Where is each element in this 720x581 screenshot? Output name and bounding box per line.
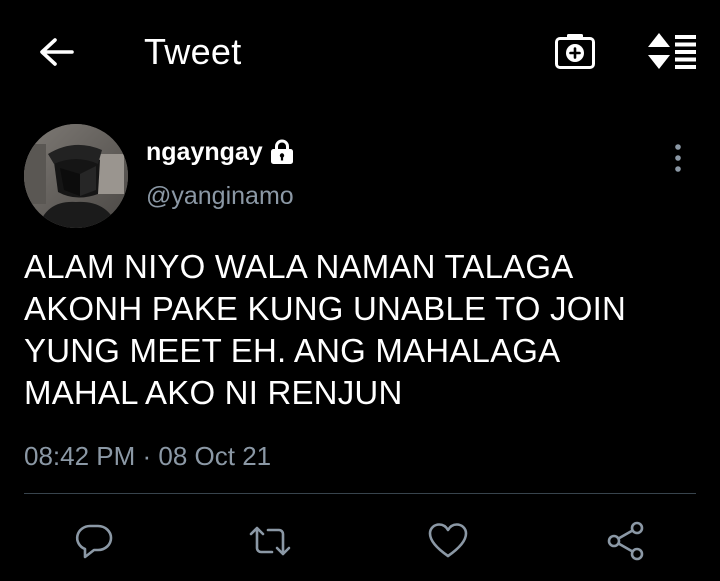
sort-button[interactable] xyxy=(644,30,700,72)
page-title: Tweet xyxy=(144,31,242,72)
back-button[interactable] xyxy=(36,34,76,70)
share-button[interactable] xyxy=(602,515,650,567)
more-vertical-icon xyxy=(675,144,681,172)
display-name[interactable]: ngayngay xyxy=(146,136,263,168)
divider xyxy=(24,493,696,494)
avatar-image xyxy=(24,124,128,228)
author-name-row: ngayngay xyxy=(146,136,295,168)
share-icon xyxy=(607,521,644,561)
sort-list-icon xyxy=(648,33,696,69)
author-handle[interactable]: @yanginamo xyxy=(146,180,294,212)
camera-button[interactable] xyxy=(552,30,598,72)
tweet-timestamp: 08:42 PM · 08 Oct 21 xyxy=(24,441,272,471)
action-bar xyxy=(0,515,720,571)
tweet-text: ALAM NIYO WALA NAMAN TALAGA AKONH PAKE K… xyxy=(24,248,626,411)
avatar[interactable] xyxy=(24,124,128,228)
reply-button[interactable] xyxy=(70,515,118,567)
arrow-left-icon xyxy=(40,38,74,66)
reply-icon xyxy=(75,524,113,559)
retweet-icon xyxy=(249,526,291,556)
more-options-button[interactable] xyxy=(664,140,692,176)
like-button[interactable] xyxy=(424,515,472,567)
top-bar: Tweet xyxy=(0,0,720,104)
retweet-button[interactable] xyxy=(246,515,294,567)
heart-icon xyxy=(428,523,468,558)
lock-icon xyxy=(269,138,295,166)
camera-plus-icon xyxy=(555,34,595,69)
